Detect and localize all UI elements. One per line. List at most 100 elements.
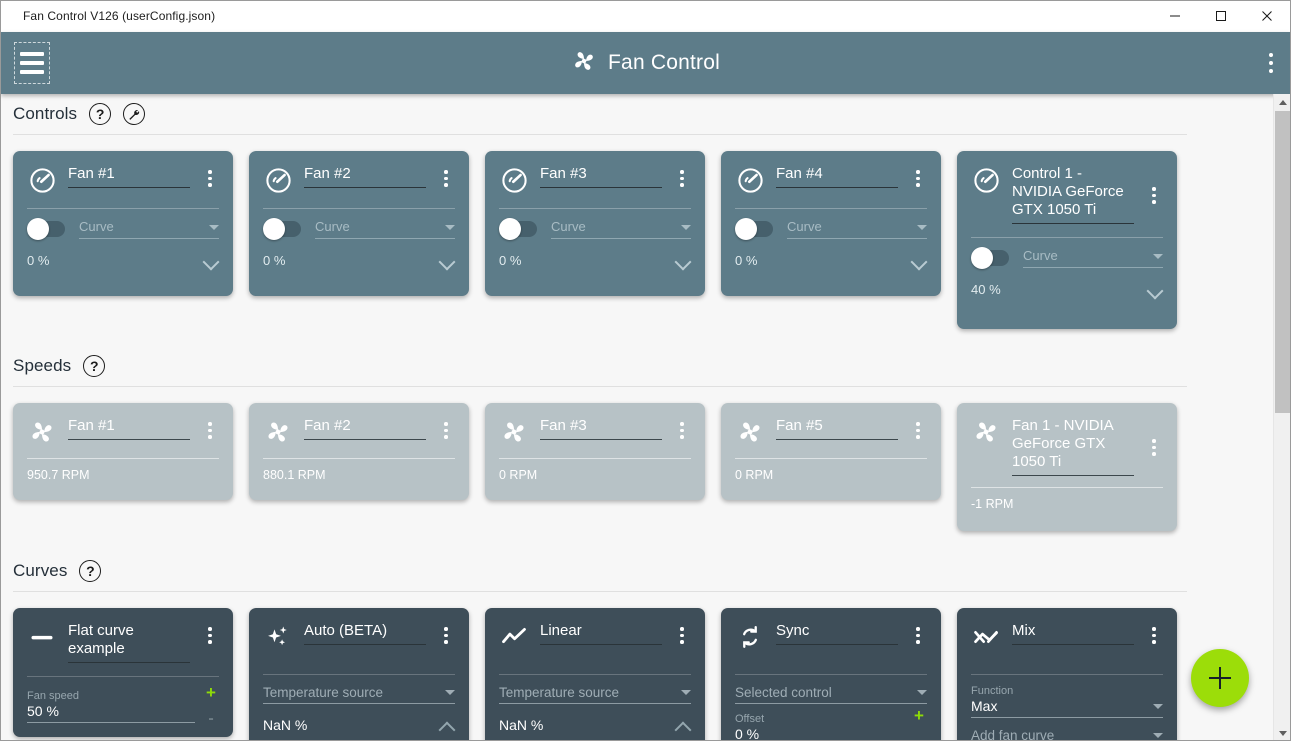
control-kebab-menu-icon[interactable] [909, 163, 927, 187]
control-card[interactable]: Fan #3 Curve 0 % [485, 151, 705, 296]
curve-name[interactable]: Linear [540, 622, 662, 644]
curve-select[interactable]: Curve [787, 219, 927, 239]
card-divider [971, 237, 1163, 238]
expand-chevron-down-icon[interactable] [1147, 285, 1163, 294]
control-name[interactable]: Fan #1 [68, 165, 190, 187]
expand-chevron-down-icon[interactable] [439, 256, 455, 265]
close-button[interactable] [1244, 1, 1290, 32]
speed-card[interactable]: Fan #5 0 RPM [721, 403, 941, 500]
header-title-label: Fan Control [608, 51, 720, 74]
curve-select[interactable]: Curve [1023, 248, 1163, 268]
minimize-button[interactable] [1152, 1, 1198, 32]
control-kebab-menu-icon[interactable] [673, 163, 691, 187]
control-name[interactable]: Fan #4 [776, 165, 898, 187]
collapse-chevron-up-icon[interactable] [439, 721, 455, 730]
control-card[interactable]: Fan #4 Curve 0 % [721, 151, 941, 296]
speed-kebab-menu-icon[interactable] [201, 415, 219, 439]
control-card[interactable]: Fan #1 Curve 0 % [13, 151, 233, 296]
name-underline [68, 662, 190, 663]
curve-kebab-menu-icon[interactable] [673, 620, 691, 644]
control-enable-toggle[interactable] [27, 218, 65, 240]
speed-card[interactable]: Fan #3 0 RPM [485, 403, 705, 500]
function-value: Max [971, 698, 998, 714]
speed-kebab-menu-icon[interactable] [1145, 415, 1163, 456]
curve-card-flat[interactable]: Flat curve example Fan speed 50 % + - [13, 608, 233, 737]
help-circle-icon[interactable]: ? [89, 103, 112, 125]
curve-select[interactable]: Curve [79, 219, 219, 239]
curve-kebab-menu-icon[interactable] [1145, 620, 1163, 644]
offset-value[interactable]: 0 % [735, 726, 903, 740]
add-button[interactable] [1191, 649, 1249, 707]
speed-name[interactable]: Fan 1 - NVIDIA GeForce GTX 1050 Ti [1012, 417, 1134, 475]
temperature-source-select[interactable]: Temperature source [263, 685, 455, 704]
wrench-circle-icon[interactable] [123, 103, 146, 125]
curve-percent: NaN % [263, 717, 308, 733]
function-select[interactable]: Max [971, 698, 1163, 718]
speed-kebab-menu-icon[interactable] [673, 415, 691, 439]
curve-card-mix[interactable]: Mix Function Max Add fan curve [957, 608, 1177, 740]
scrollbar-thumb[interactable] [1275, 111, 1290, 413]
curve-name[interactable]: Flat curve example [68, 622, 190, 662]
curve-name[interactable]: Sync [776, 622, 898, 644]
control-kebab-menu-icon[interactable] [1145, 163, 1163, 204]
arrow-up-icon[interactable] [1274, 94, 1290, 111]
expand-chevron-down-icon[interactable] [675, 256, 691, 265]
curve-kebab-menu-icon[interactable] [201, 620, 219, 644]
curve-name[interactable]: Auto (BETA) [304, 622, 426, 644]
arrow-down-icon[interactable] [1274, 725, 1290, 740]
curve-select-value: Curve [551, 219, 586, 234]
help-circle-icon[interactable]: ? [83, 355, 106, 377]
collapse-chevron-up-icon[interactable] [675, 721, 691, 730]
curve-kebab-menu-icon[interactable] [909, 620, 927, 644]
section-title-speeds: Speeds [13, 356, 72, 375]
scrollbar-track[interactable] [1275, 413, 1290, 725]
curve-card-sync[interactable]: Sync Selected control Offset 0 % + [721, 608, 941, 740]
speed-card[interactable]: Fan #1 950.7 RPM [13, 403, 233, 500]
control-name[interactable]: Control 1 - NVIDIA GeForce GTX 1050 Ti [1012, 165, 1134, 223]
fan-speed-value[interactable]: 50 % [27, 703, 195, 723]
name-underline [68, 187, 190, 188]
curve-card-auto[interactable]: Auto (BETA) Temperature source NaN % [249, 608, 469, 740]
speed-card[interactable]: Fan #2 880.1 RPM [249, 403, 469, 500]
control-percent: 0 % [27, 253, 50, 268]
speed-name[interactable]: Fan #1 [68, 417, 190, 439]
curve-kebab-menu-icon[interactable] [437, 620, 455, 644]
control-kebab-menu-icon[interactable] [437, 163, 455, 187]
decrement-button[interactable]: - [208, 711, 213, 727]
vertical-scrollbar[interactable] [1273, 94, 1290, 740]
speed-kebab-menu-icon[interactable] [909, 415, 927, 439]
temperature-source-value: Temperature source [263, 685, 384, 700]
selected-control-select[interactable]: Selected control [735, 685, 927, 704]
curve-name[interactable]: Mix [1012, 622, 1134, 644]
control-card[interactable]: Fan #2 Curve 0 % [249, 151, 469, 296]
control-name[interactable]: Fan #3 [540, 165, 662, 187]
temperature-source-select[interactable]: Temperature source [499, 685, 691, 704]
chevron-down-icon [445, 690, 455, 695]
page-title: Fan Control [1, 48, 1290, 79]
speed-card[interactable]: Fan 1 - NVIDIA GeForce GTX 1050 Ti -1 RP… [957, 403, 1177, 531]
curve-select[interactable]: Curve [551, 219, 691, 239]
help-circle-icon[interactable]: ? [79, 560, 102, 582]
expand-chevron-down-icon[interactable] [911, 256, 927, 265]
expand-chevron-down-icon[interactable] [203, 256, 219, 265]
control-enable-toggle[interactable] [263, 218, 301, 240]
speed-name[interactable]: Fan #5 [776, 417, 898, 439]
add-fan-curve-select[interactable]: Add fan curve [971, 728, 1163, 740]
increment-button[interactable]: + [914, 707, 924, 724]
curve-select[interactable]: Curve [315, 219, 455, 239]
maximize-button[interactable] [1198, 1, 1244, 32]
increment-button[interactable]: + [206, 684, 216, 701]
control-enable-toggle[interactable] [499, 218, 537, 240]
speed-name[interactable]: Fan #2 [304, 417, 426, 439]
curve-card-linear[interactable]: Linear Temperature source NaN % [485, 608, 705, 740]
control-card[interactable]: Control 1 - NVIDIA GeForce GTX 1050 Ti C… [957, 151, 1177, 329]
window-title: Fan Control V126 (userConfig.json) [23, 9, 216, 23]
speed-name[interactable]: Fan #3 [540, 417, 662, 439]
control-enable-toggle[interactable] [735, 218, 773, 240]
hamburger-menu-icon[interactable] [14, 42, 50, 84]
control-enable-toggle[interactable] [971, 247, 1009, 269]
kebab-menu-icon[interactable] [1269, 53, 1273, 73]
control-name[interactable]: Fan #2 [304, 165, 426, 187]
speed-kebab-menu-icon[interactable] [437, 415, 455, 439]
control-kebab-menu-icon[interactable] [201, 163, 219, 187]
